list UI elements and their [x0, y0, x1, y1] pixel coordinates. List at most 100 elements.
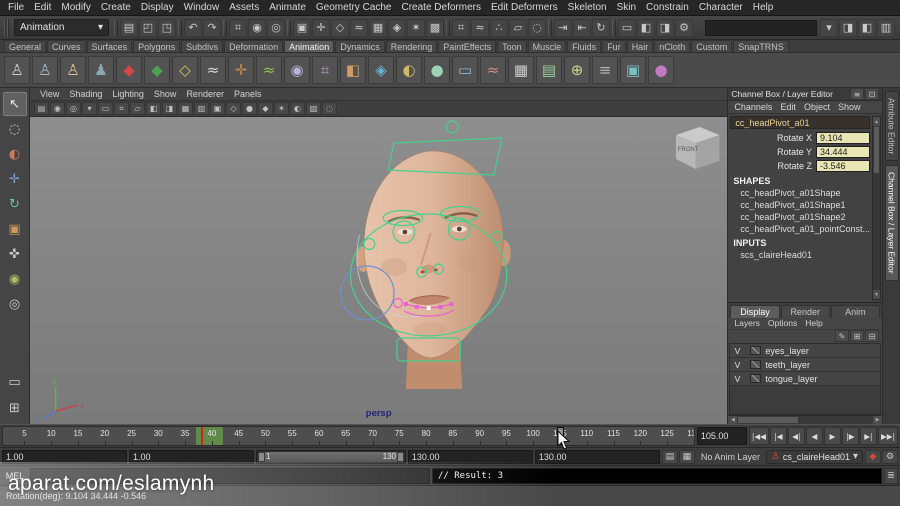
snap-to-point-icon[interactable]: ∴	[490, 18, 508, 37]
shelf-wrap-deformer-icon[interactable]: ◈	[368, 56, 394, 84]
channel-value-field[interactable]: 34.444	[816, 146, 870, 158]
shape-node[interactable]: cc_headPivot_a01Shape	[730, 187, 870, 199]
input-connections-icon[interactable]: ⇥	[554, 18, 572, 37]
universal-manipulator-tool[interactable]: ✜	[3, 242, 27, 266]
select-camera-icon[interactable]: ▤	[34, 102, 49, 115]
menu-geometry-cache[interactable]: Geometry Cache	[311, 1, 397, 14]
gate-mask-icon[interactable]: ◨	[162, 102, 177, 115]
redo-icon[interactable]: ↷	[203, 18, 221, 37]
character-set-selector[interactable]: ♙ cs_claireHead01 ▾	[765, 449, 863, 464]
layer-visibility-toggle[interactable]: V	[730, 360, 744, 370]
channel-box-menu-show[interactable]: Show	[834, 102, 865, 112]
animation-preferences-button[interactable]: ⚙	[882, 449, 898, 464]
snap-to-grid-icon[interactable]: ⌗	[452, 18, 470, 37]
safe-action-icon[interactable]: ▥	[194, 102, 209, 115]
layer-list-scrollbar[interactable]: ◀ ▶	[728, 415, 882, 424]
go-to-start-button[interactable]: |◀◀	[748, 427, 769, 445]
shelf-create-pose-icon[interactable]: ●	[648, 56, 674, 84]
shelf-tab-muscle[interactable]: Muscle	[527, 40, 567, 52]
panel-menu-lighting[interactable]: Lighting	[107, 89, 149, 99]
four-pane-layout-button[interactable]: ⊞	[3, 396, 27, 420]
shelf-tab-dynamics[interactable]: Dynamics	[335, 40, 385, 52]
camera-attributes-icon[interactable]: ◎	[66, 102, 81, 115]
shelf-sculpt-deformer-icon[interactable]: ◐	[396, 56, 422, 84]
smooth-shade-mode-icon[interactable]: ●	[242, 102, 257, 115]
shelf-tab-fluids[interactable]: Fluids	[567, 40, 602, 52]
menu-help[interactable]: Help	[748, 1, 779, 14]
shelf-cluster-icon[interactable]: ◉	[284, 56, 310, 84]
shelf-expression-editor-icon[interactable]: ≡	[592, 56, 618, 84]
scale-tool[interactable]: ▣	[3, 217, 27, 241]
shelf-create-clip-icon[interactable]: ▣	[620, 56, 646, 84]
scroll-left-icon[interactable]: ◀	[728, 416, 738, 424]
panel-menu-renderer[interactable]: Renderer	[181, 89, 229, 99]
view-cube[interactable]: FRONT	[675, 127, 720, 169]
animation-end-field[interactable]	[534, 449, 660, 464]
shelf-set-driven-key-icon[interactable]: ◇	[172, 56, 198, 84]
shelf-graph-editor-icon[interactable]: ≈	[480, 56, 506, 84]
anim-layer-filter-icon[interactable]: ▤	[661, 449, 678, 464]
side-tab-attribute-editor[interactable]: Attribute Editor	[884, 91, 899, 162]
panel-menu-show[interactable]: Show	[149, 89, 182, 99]
textured-mode-icon[interactable]: ◆	[258, 102, 273, 115]
layer-visibility-toggle[interactable]: V	[730, 374, 744, 384]
ipr-render-icon[interactable]: ◨	[656, 18, 674, 37]
pin-panel-icon[interactable]: ⊡	[865, 88, 879, 100]
shelf-tab-rendering[interactable]: Rendering	[385, 40, 438, 52]
new-scene-icon[interactable]: ▤	[120, 18, 138, 37]
layer-visibility-toggle[interactable]: V	[730, 346, 744, 356]
open-scene-icon[interactable]: ◰	[139, 18, 157, 37]
shelf-tab-animation[interactable]: Animation	[284, 40, 335, 52]
use-lights-icon[interactable]: ✶	[274, 102, 289, 115]
shadows-icon[interactable]: ◐	[290, 102, 305, 115]
playback-end-field[interactable]	[407, 449, 533, 464]
side-tab-channel-box-layer-editor[interactable]: Channel Box / Layer Editor	[884, 165, 899, 281]
group-collapser-undo-redo[interactable]	[178, 19, 182, 36]
field-chart-icon[interactable]: ▦	[178, 102, 193, 115]
view-grid-icon[interactable]: ⌗	[114, 102, 129, 115]
anim-layer-weight-icon[interactable]: ▦	[678, 449, 695, 464]
sidebar-attribute-editor-icon[interactable]: ◨	[839, 18, 857, 37]
snap-to-curve-icon[interactable]: ≈	[471, 18, 489, 37]
soft-modification-tool[interactable]: ◉	[3, 267, 27, 291]
new-empty-layer-icon[interactable]: ⊞	[850, 330, 864, 342]
make-live-icon[interactable]: ◌	[528, 18, 546, 37]
select-rendering-icon[interactable]: ▩	[426, 18, 444, 37]
menu-animate[interactable]: Animate	[264, 1, 311, 14]
shelf-spline-ik-icon[interactable]: ≈	[256, 56, 282, 84]
auto-keyframe-toggle[interactable]: ◆	[865, 449, 881, 464]
command-line-mode-label[interactable]: MEL	[2, 471, 28, 481]
isolate-select-icon[interactable]: ◌	[322, 102, 337, 115]
image-plane-icon[interactable]: ▭	[98, 102, 113, 115]
shelf-subcharacter-icon[interactable]: ♙	[60, 56, 86, 84]
film-gate-icon[interactable]: ▱	[130, 102, 145, 115]
menu-create[interactable]: Create	[96, 1, 136, 14]
select-curves-icon[interactable]: ≈	[350, 18, 368, 37]
layer-editor-tab-display[interactable]: Display	[730, 305, 780, 318]
animation-start-field[interactable]	[2, 449, 127, 464]
panel-menu-panels[interactable]: Panels	[229, 89, 267, 99]
channel-value-field[interactable]: 9.104	[816, 132, 870, 144]
layer-row-tongue-layer[interactable]: Vtongue_layer	[730, 372, 880, 386]
scroll-down-icon[interactable]: ▼	[873, 290, 880, 299]
playback-start-field[interactable]	[129, 449, 254, 464]
lasso-tool[interactable]: ◌	[3, 117, 27, 141]
shelf-trax-editor-icon[interactable]: ▤	[536, 56, 562, 84]
shelf-tab-general[interactable]: General	[4, 40, 47, 52]
bookmark-icon[interactable]: ▾	[82, 102, 97, 115]
channel-box-display-icon[interactable]: ≡	[850, 88, 864, 100]
group-collapser-render[interactable]	[612, 19, 616, 36]
layer-editor-tab-anim[interactable]: Anim	[830, 305, 881, 318]
undo-icon[interactable]: ↶	[184, 18, 202, 37]
menu-skin[interactable]: Skin	[612, 1, 641, 14]
layer-color-swatch[interactable]	[750, 360, 762, 369]
layer-menu-help[interactable]: Help	[801, 318, 826, 329]
rotate-tool[interactable]: ↻	[3, 192, 27, 216]
scrollbar-track[interactable]	[873, 174, 880, 290]
channel-box-menu-object[interactable]: Object	[800, 102, 834, 112]
command-line-input[interactable]	[30, 467, 430, 484]
menu-window[interactable]: Window	[179, 1, 225, 14]
shelf-ik-handle-icon[interactable]: ✛	[228, 56, 254, 84]
construction-history-icon[interactable]: ↻	[592, 18, 610, 37]
menu-assets[interactable]: Assets	[224, 1, 264, 14]
